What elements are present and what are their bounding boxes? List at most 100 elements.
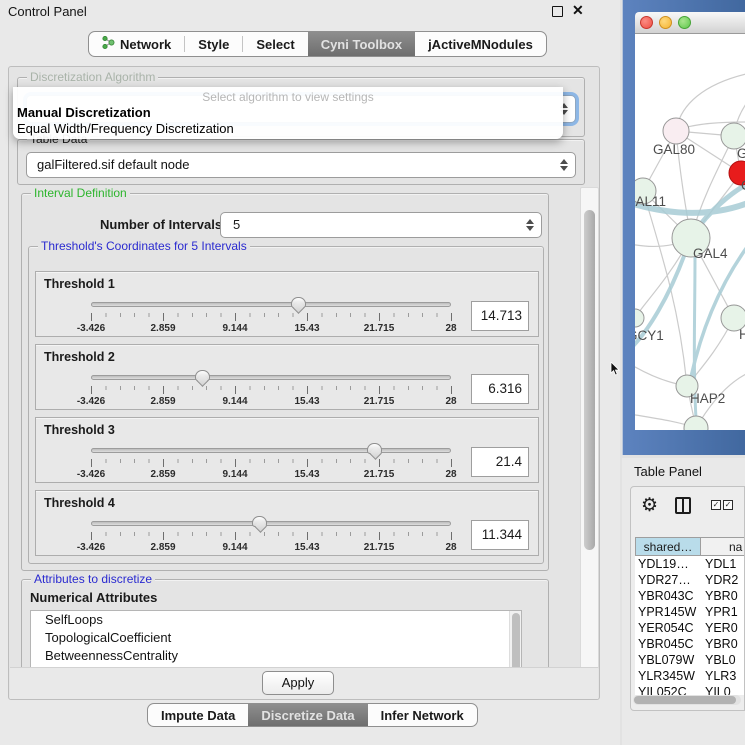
tab-infer-network-label: Infer Network [381,708,464,723]
table-row[interactable]: YPR145W YPR1 [635,604,745,620]
list-item[interactable]: TopologicalCoefficient [31,629,521,647]
slider-thumb[interactable] [367,443,382,454]
table-horizontal-scrollbar[interactable] [633,695,741,705]
table-row[interactable]: YBL079W YBL0 [635,652,745,668]
table-panel: Table Panel ⚙ ✓ ✓ shared… na YDL19… Y [622,458,745,745]
column-header-name[interactable]: na [701,537,745,556]
slider-track[interactable] [91,521,451,526]
threshold-value-field[interactable]: 11.344 [471,520,529,550]
scrollbar-thumb[interactable] [584,210,595,550]
close-traffic-light-icon[interactable] [640,16,653,29]
thresholds-group: Threshold's Coordinates for 5 Intervals … [28,246,544,564]
network-window-titlebar[interactable] [635,12,745,34]
tab-jactivemnodules[interactable]: jActiveMNodules [415,32,546,56]
threshold-value-field[interactable]: 21.4 [471,447,529,477]
tab-style[interactable]: Style [185,32,242,56]
table-cell: YER0 [701,620,745,636]
scrollbar-thumb[interactable] [634,696,736,704]
tab-network[interactable]: Network [89,32,184,56]
network-canvas[interactable]: GAL80 GA C GAL11 GAL4 GCY1 H HAP2 [635,34,745,430]
control-panel: Control Panel ✕ Network [0,0,620,745]
node-bottom[interactable] [684,416,708,430]
close-icon[interactable]: ✕ [572,2,584,19]
slider-ticks [91,532,451,540]
apply-strip: Apply [10,667,598,699]
slider-thumb[interactable] [195,370,210,381]
list-scrollbar[interactable] [509,611,521,669]
dropdown-placeholder: Select algorithm to view settings [13,90,563,104]
minimize-traffic-light-icon[interactable] [659,16,672,29]
slider-thumb[interactable] [252,516,267,527]
threshold-slider[interactable]: -3.426 2.859 9.144 15.43 21.715 28 [91,375,451,405]
slider-track[interactable] [91,375,451,380]
table-row[interactable]: YDL19… YDL1 [635,556,745,572]
list-item[interactable]: SelfLoops [31,611,521,629]
checkbox-pair-icon[interactable]: ✓ ✓ [711,500,733,510]
list-item[interactable]: BetweennessCentrality [31,647,521,665]
tab-infer-network[interactable]: Infer Network [368,704,477,726]
node-gal80[interactable] [663,118,689,144]
gear-icon[interactable]: ⚙ [641,495,658,517]
tab-cyni-toolbox[interactable]: Cyni Toolbox [308,32,415,56]
tab-select[interactable]: Select [243,32,307,56]
number-of-intervals-combobox[interactable]: 5 [220,212,542,238]
table-toolbar: ⚙ ✓ ✓ [631,493,744,523]
table-row[interactable]: YBR045C YBR0 [635,636,745,652]
threshold-slider[interactable]: -3.426 2.859 9.144 15.43 21.715 28 [91,521,451,551]
node-gcy1[interactable] [635,309,644,327]
column-header-shared[interactable]: shared… [635,537,701,556]
node-label: GAL11 [635,194,666,209]
node-label: GAL4 [693,246,728,261]
screen: Control Panel ✕ Network [0,0,745,745]
table-cell: YBR045C [635,636,701,652]
number-of-intervals-label: Number of Intervals [100,217,222,232]
slider-track[interactable] [91,448,451,453]
table-row[interactable]: YBR043C YBR0 [635,588,745,604]
table-data-combobox[interactable]: galFiltered.sif default node [26,152,576,178]
combo-stepper-icon [526,219,534,231]
slider-ticks [91,459,451,467]
table-cell: YLR3 [701,668,745,684]
tab-select-label: Select [256,37,294,52]
table-row[interactable]: YLR345W YLR3 [635,668,745,684]
dropdown-option-equal-width[interactable]: Equal Width/Frequency Discretization [17,121,563,136]
tab-impute-data[interactable]: Impute Data [148,704,248,726]
apply-button[interactable]: Apply [262,671,334,695]
thresholds-group-title: Threshold's Coordinates for 5 Intervals [38,239,250,253]
tab-discretize-data[interactable]: Discretize Data [248,704,367,726]
slider-thumb[interactable] [291,297,306,308]
tab-impute-data-label: Impute Data [161,708,235,723]
attributes-group: Attributes to discretize Numerical Attri… [21,579,549,669]
interval-definition-group: Interval Definition Number of Intervals … [21,193,549,571]
node-label: GCY1 [635,328,664,343]
slider-track[interactable] [91,302,451,307]
threshold-slider[interactable]: -3.426 2.859 9.144 15.43 21.715 28 [91,448,451,478]
threshold-slider[interactable]: -3.426 2.859 9.144 15.43 21.715 28 [91,302,451,332]
checkbox-icon[interactable]: ✓ [711,500,721,510]
table-row[interactable]: YDR27… YDR2 [635,572,745,588]
threshold-label: Threshold 3 [44,423,115,437]
table-row[interactable]: YER054C YER0 [635,620,745,636]
numerical-attributes-label: Numerical Attributes [30,590,157,605]
table-cell: YBL0 [701,652,745,668]
table-cell: YBR043C [635,588,701,604]
table-cell: YDL19… [635,556,701,572]
table-cell: YBL079W [635,652,701,668]
table-cell: YLR345W [635,668,701,684]
settings-scrollbar[interactable] [580,187,599,669]
float-window-icon[interactable] [552,6,563,17]
threshold-value-field[interactable]: 6.316 [471,374,529,404]
zoom-traffic-light-icon[interactable] [678,16,691,29]
table-cell: YPR1 [701,604,745,620]
attributes-group-title: Attributes to discretize [31,572,155,586]
node-label: H [739,327,745,342]
dropdown-option-manual[interactable]: Manual Discretization [17,105,563,120]
checkbox-icon[interactable]: ✓ [723,500,733,510]
attributes-list: SelfLoops TopologicalCoefficient Between… [30,610,522,669]
table-row[interactable]: YIL052C YIL0 [635,684,745,695]
columns-icon[interactable] [675,497,691,514]
control-panel-titlebar: Control Panel ✕ [0,0,620,24]
bottom-tabstrip: Impute Data Discretize Data Infer Networ… [147,703,478,727]
threshold-label: Threshold 4 [44,496,115,510]
threshold-value-field[interactable]: 14.713 [471,301,529,331]
